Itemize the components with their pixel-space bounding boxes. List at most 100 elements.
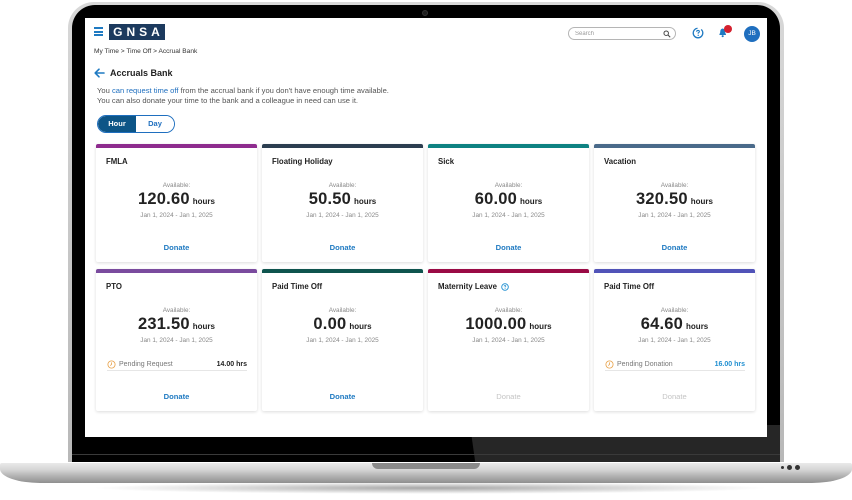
donate-button[interactable]: Donate	[262, 243, 423, 252]
card-title: Floating Holiday	[272, 157, 333, 166]
accrual-card-vacation: Vacation Available: 320.50 hours Jan 1, 2…	[594, 144, 755, 262]
search-icon[interactable]	[663, 30, 671, 38]
donate-button[interactable]: Donate	[594, 243, 755, 252]
card-color-bar	[96, 269, 257, 273]
available-value: 120.60 hours	[96, 190, 257, 209]
app-screen: GNSA JB My Time > Time Off > Acc	[85, 18, 767, 437]
available-value: 60.00 hours	[428, 190, 589, 209]
app-logo[interactable]: GNSA	[109, 24, 165, 40]
date-range: Jan 1, 2024 - Jan 1, 2025	[472, 337, 545, 344]
accrual-card-floating-holiday: Floating Holiday Available: 50.50 hours J…	[262, 144, 423, 262]
card-color-bar	[428, 269, 589, 273]
user-avatar[interactable]: JB	[744, 26, 760, 42]
hours-unit: hours	[192, 197, 215, 206]
available-value: 1000.00 hours	[428, 315, 589, 334]
search-box[interactable]	[568, 27, 676, 40]
date-range: Jan 1, 2024 - Jan 1, 2025	[472, 212, 545, 219]
hours-value: 64.60	[640, 315, 684, 333]
card-title-row: Paid Time Off	[604, 282, 654, 291]
breadcrumb-time-off[interactable]: Time Off	[126, 48, 151, 55]
card-title: PTO	[106, 282, 122, 291]
info-icon[interactable]	[501, 282, 509, 291]
accrual-card-paid-time-off: Paid Time Off Available: 64.60 hours Jan …	[594, 269, 755, 411]
request-time-off-link[interactable]: can request time off	[112, 86, 179, 95]
card-color-bar	[262, 144, 423, 148]
available-label: Available:	[660, 307, 689, 314]
pending-row: Pending Request 14.00 hrs	[107, 359, 247, 371]
unit-toggle: Hour Day	[97, 115, 175, 133]
card-color-bar	[262, 269, 423, 273]
intro-suffix: from the accrual bank if you don't have …	[178, 86, 389, 95]
pending-label: Pending Donation	[617, 361, 673, 368]
page-title: Accruals Bank	[110, 68, 173, 78]
card-title: Maternity Leave	[438, 282, 497, 291]
breadcrumb: My Time > Time Off > Accrual Bank	[94, 48, 197, 55]
card-title-row: Sick	[438, 157, 454, 166]
breadcrumb-accrual-bank: Accrual Bank	[158, 48, 198, 55]
laptop-indicator-lights	[781, 465, 800, 470]
notifications-button[interactable]	[717, 24, 733, 40]
card-title-row: PTO	[106, 282, 122, 291]
donate-button: Donate	[662, 392, 687, 401]
donate-button[interactable]: Donate	[262, 392, 423, 401]
card-title: Vacation	[604, 157, 637, 166]
pending-value[interactable]: 16.00 hrs	[715, 361, 745, 368]
available-label: Available:	[162, 182, 191, 189]
hamburger-icon[interactable]	[94, 27, 103, 36]
accrual-cards-grid: FMLA Available: 120.60 hours Jan 1, 2024 …	[96, 144, 755, 411]
card-title-row: Floating Holiday	[272, 157, 333, 166]
top-bar: GNSA JB	[85, 18, 767, 48]
available-label: Available:	[494, 307, 523, 314]
search-input[interactable]	[575, 29, 659, 39]
hours-unit: hours	[520, 197, 543, 206]
hours-unit: hours	[192, 322, 215, 331]
available-label: Available:	[660, 182, 689, 189]
hours-unit: hours	[349, 322, 372, 331]
hours-value: 0.00	[313, 315, 347, 333]
pending-value: 14.00 hrs	[216, 361, 247, 368]
card-title-row: Paid Time Off	[272, 282, 322, 291]
bezel-divider	[72, 454, 780, 455]
page-header: Accruals Bank	[94, 67, 173, 79]
available-value: 0.00 hours	[262, 315, 423, 334]
available-label: Available:	[494, 182, 523, 189]
date-range: Jan 1, 2024 - Jan 1, 2025	[638, 337, 711, 344]
pending-row: Pending Donation 16.00 hrs	[605, 359, 745, 371]
toggle-hour[interactable]: Hour	[98, 116, 136, 132]
accrual-card-paid-time-off: Paid Time Off Available: 0.00 hours Jan 1…	[262, 269, 423, 411]
accrual-card-sick: Sick Available: 60.00 hours Jan 1, 2024 -…	[428, 144, 589, 262]
available-value: 231.50 hours	[96, 315, 257, 334]
intro-line-2: You can also donate your time to the ban…	[97, 96, 359, 105]
card-title-row: Vacation	[604, 157, 636, 166]
date-range: Jan 1, 2024 - Jan 1, 2025	[140, 337, 213, 344]
card-title: FMLA	[106, 157, 128, 166]
available-value: 320.50 hours	[594, 190, 755, 209]
available-label: Available:	[328, 307, 357, 314]
accrual-card-maternity-leave: Maternity Leave Available: 1000.00 hours …	[428, 269, 589, 411]
camera-icon	[422, 10, 428, 16]
date-range: Jan 1, 2024 - Jan 1, 2025	[306, 337, 379, 344]
intro-text: You can request time off from the accrua…	[97, 86, 389, 106]
available-value: 50.50 hours	[262, 190, 423, 209]
donate-button[interactable]: Donate	[96, 243, 257, 252]
hours-unit: hours	[354, 197, 377, 206]
hours-unit: hours	[690, 197, 713, 206]
hours-unit: hours	[529, 322, 552, 331]
hours-value: 320.50	[636, 190, 688, 208]
breadcrumb-my-time[interactable]: My Time	[94, 48, 119, 55]
help-icon[interactable]	[692, 27, 704, 39]
intro-prefix: You	[97, 86, 112, 95]
hours-value: 1000.00	[465, 315, 527, 333]
card-title: Paid Time Off	[272, 282, 323, 291]
toggle-day[interactable]: Day	[136, 116, 174, 132]
back-arrow-icon[interactable]	[94, 68, 105, 78]
card-color-bar	[428, 144, 589, 148]
donate-button[interactable]: Donate	[428, 243, 589, 252]
available-label: Available:	[162, 307, 191, 314]
donate-button: Donate	[496, 392, 521, 401]
hours-value: 50.50	[308, 190, 352, 208]
donate-button[interactable]: Donate	[96, 392, 257, 401]
date-range: Jan 1, 2024 - Jan 1, 2025	[140, 212, 213, 219]
card-title-row: FMLA	[106, 157, 128, 166]
card-title: Paid Time Off	[604, 282, 655, 291]
